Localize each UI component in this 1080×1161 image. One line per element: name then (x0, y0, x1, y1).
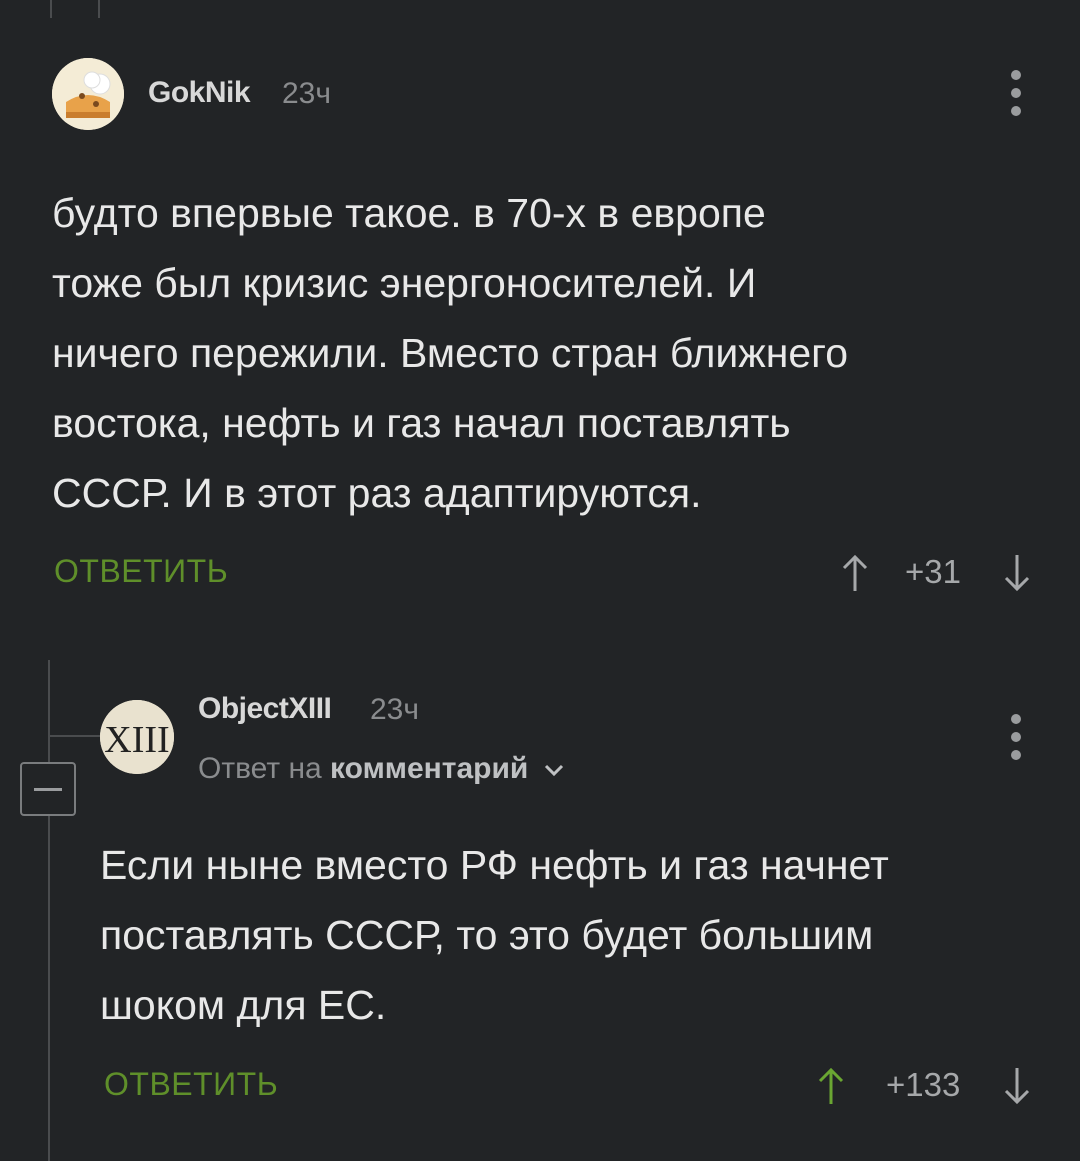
comment-time: 23ч (282, 77, 331, 110)
avatar[interactable] (52, 58, 124, 130)
chevron-down-icon[interactable] (543, 762, 565, 778)
cake-avatar-icon (52, 58, 124, 130)
username[interactable]: ObjectXIII (198, 692, 332, 726)
username[interactable]: GokNik (148, 76, 251, 110)
upvote-arrow-icon[interactable] (816, 1066, 846, 1106)
downvote-arrow-icon[interactable] (1002, 1066, 1032, 1106)
comment-time: 23ч (370, 693, 419, 726)
roman-numeral-avatar-icon: XIII (100, 700, 174, 774)
upvote-arrow-icon[interactable] (840, 553, 870, 593)
avatar[interactable]: XIII (100, 700, 174, 774)
reply-to-comment-link[interactable]: комментарий (330, 752, 528, 785)
reply-to-line: Ответ на комментарий (198, 752, 565, 786)
more-options-icon[interactable] (1010, 714, 1022, 760)
reply-button[interactable]: ОТВЕТИТЬ (54, 553, 228, 590)
reply-button[interactable]: ОТВЕТИТЬ (104, 1066, 278, 1103)
thread-line-top-right (98, 0, 100, 18)
vote-score: +133 (886, 1066, 961, 1103)
thread-branch (48, 735, 100, 737)
downvote-arrow-icon[interactable] (1002, 553, 1032, 593)
more-options-icon[interactable] (1010, 70, 1022, 116)
collapse-thread-button[interactable] (20, 762, 76, 816)
reply-to-prefix: Ответ на (198, 752, 322, 785)
comment-text: Если ныне вместо РФ нефть и газ начнет п… (100, 842, 889, 1028)
thread-line-top-left (50, 0, 52, 18)
vote-score: +31 (905, 553, 961, 590)
svg-text:XIII: XIII (104, 719, 169, 761)
comment-text: будто впервые такое. в 70-х в европе тож… (52, 190, 849, 516)
